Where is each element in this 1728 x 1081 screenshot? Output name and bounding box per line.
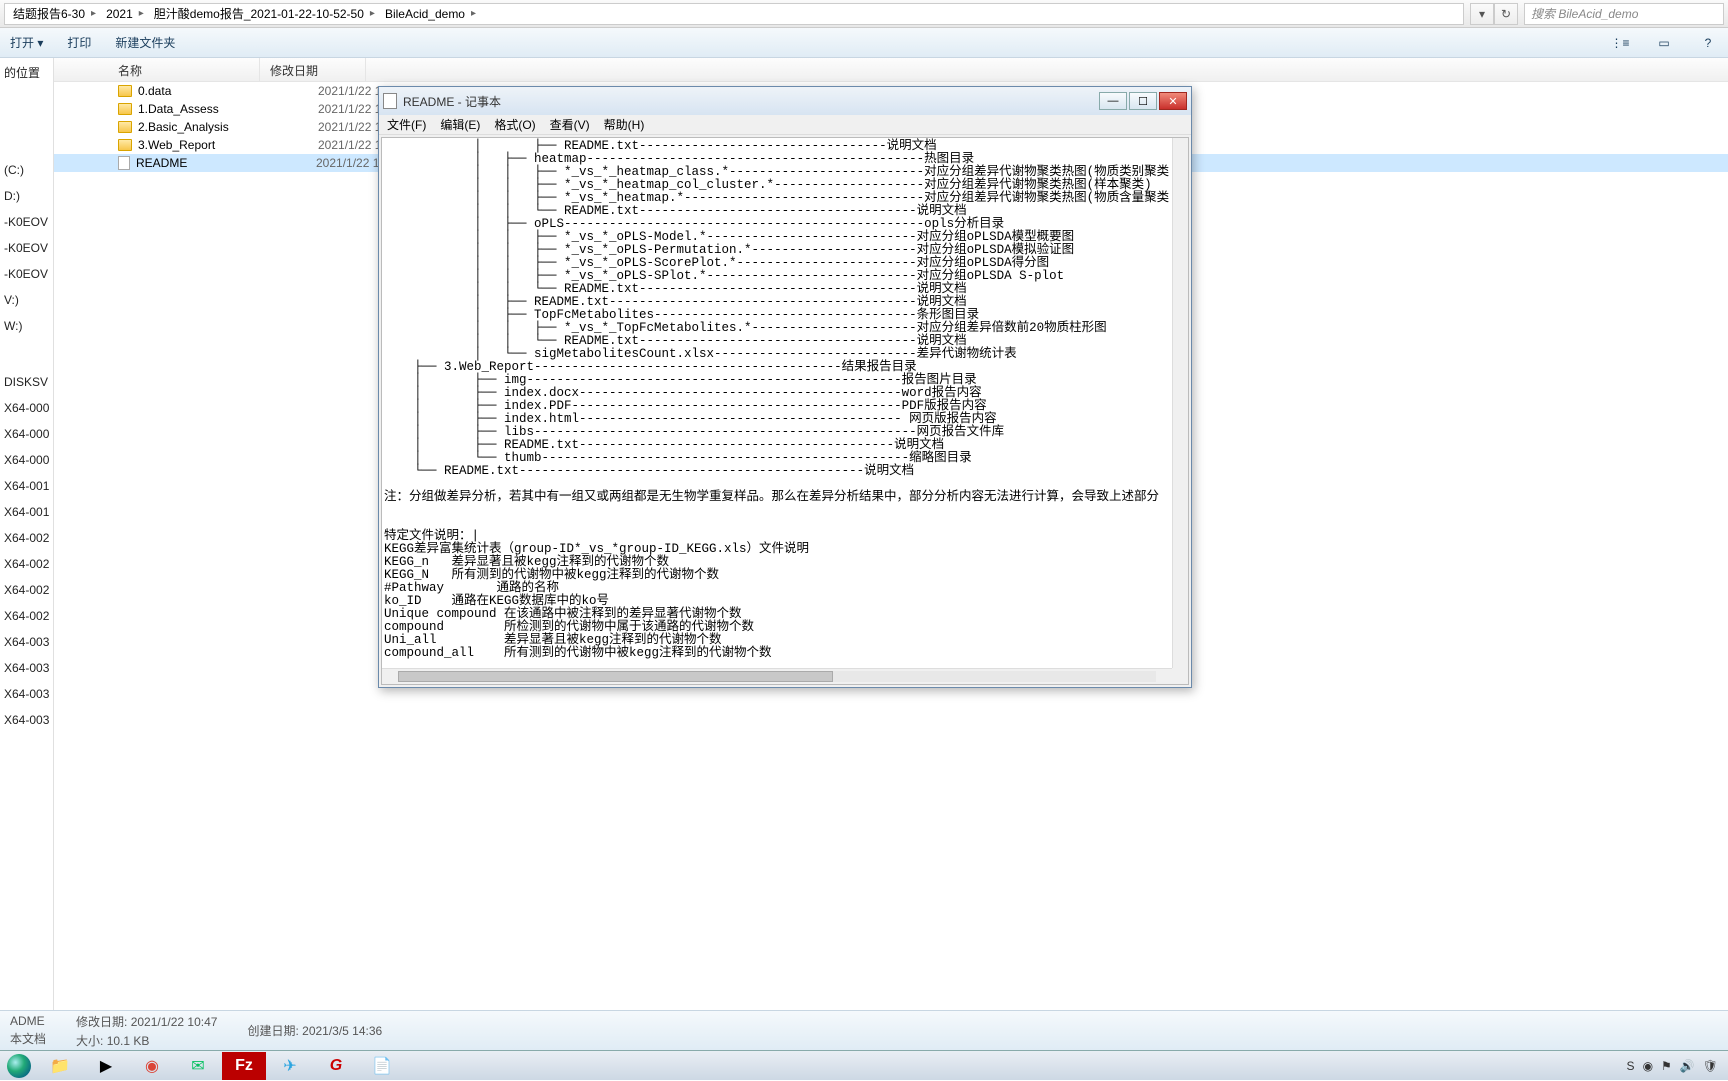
print-button[interactable]: 打印 <box>67 34 91 51</box>
tray-icon[interactable]: S <box>1627 1059 1635 1073</box>
details-pane: ADME 本文档 修改日期: 2021/1/22 10:47 大小: 10.1 … <box>0 1010 1728 1050</box>
menu-help[interactable]: 帮助(H) <box>604 116 645 133</box>
help-icon[interactable]: ? <box>1698 36 1718 50</box>
maximize-button[interactable]: ☐ <box>1129 92 1157 110</box>
scroll-thumb[interactable] <box>398 671 833 682</box>
file-name: README <box>136 156 316 170</box>
preview-pane-icon[interactable]: ▭ <box>1654 36 1674 50</box>
tray-icon[interactable]: 🔊 <box>1680 1059 1695 1073</box>
nav-item[interactable]: X64-003 <box>0 707 53 733</box>
col-date[interactable]: 修改日期 <box>260 58 366 81</box>
column-headers[interactable]: 名称 修改日期 <box>54 58 1728 82</box>
nav-item[interactable]: X64-002 <box>0 577 53 603</box>
nav-item[interactable]: X64-001 <box>0 499 53 525</box>
nav-item[interactable]: X64-000 <box>0 421 53 447</box>
nav-item[interactable]: X64-003 <box>0 629 53 655</box>
breadcrumb[interactable]: 结题报告6-30▸ 2021▸ 胆汁酸demo报告_2021-01-22-10-… <box>4 3 1464 25</box>
created-row: 创建日期: 2021/3/5 14:36 <box>247 1022 382 1039</box>
notepad-menu: 文件(F) 编辑(E) 格式(O) 查看(V) 帮助(H) <box>379 115 1191 135</box>
nav-item[interactable]: DISKSV <box>0 369 53 395</box>
task-foxit[interactable]: G <box>314 1052 358 1080</box>
windows-orb-icon <box>7 1054 31 1078</box>
titlebar[interactable]: README - 记事本 — ☐ ✕ <box>379 87 1191 115</box>
nav-item[interactable]: -K0EOV <box>0 261 53 287</box>
horizontal-scrollbar[interactable] <box>382 668 1172 684</box>
nav-item[interactable]: D:) <box>0 183 53 209</box>
selected-type: 本文档 <box>10 1030 46 1047</box>
folder-icon <box>118 139 132 151</box>
nav-item[interactable]: X64-002 <box>0 525 53 551</box>
nav-item[interactable]: X64-001 <box>0 473 53 499</box>
file-name: 0.data <box>138 84 318 98</box>
scroll-corner <box>1172 668 1188 684</box>
close-button[interactable]: ✕ <box>1159 92 1187 110</box>
address-bar: 结题报告6-30▸ 2021▸ 胆汁酸demo报告_2021-01-22-10-… <box>0 0 1728 28</box>
view-options-icon[interactable]: ⋮≡ <box>1610 36 1630 50</box>
nav-item[interactable]: 的位置 <box>0 58 53 87</box>
task-chrome[interactable]: ◉ <box>130 1052 174 1080</box>
task-explorer[interactable]: 📁 <box>38 1052 82 1080</box>
breadcrumb-segment[interactable]: 胆汁酸demo报告_2021-01-22-10-52-50▸ <box>146 4 377 24</box>
tray-icon[interactable]: ◉ <box>1643 1059 1653 1073</box>
start-button[interactable] <box>0 1051 38 1081</box>
notepad-window: README - 记事本 — ☐ ✕ 文件(F) 编辑(E) 格式(O) 查看(… <box>378 86 1192 688</box>
nav-item[interactable]: X64-003 <box>0 655 53 681</box>
task-notepad[interactable]: 📄 <box>360 1052 404 1080</box>
file-name: 1.Data_Assess <box>138 102 318 116</box>
task-filezilla[interactable]: Fz <box>222 1052 266 1080</box>
breadcrumb-segment[interactable]: BileAcid_demo▸ <box>377 4 478 24</box>
nav-item[interactable]: (C:) <box>0 157 53 183</box>
menu-file[interactable]: 文件(F) <box>387 116 426 133</box>
file-name: 2.Basic_Analysis <box>138 120 318 134</box>
modified-row: 修改日期: 2021/1/22 10:47 <box>76 1013 217 1030</box>
task-wechat[interactable]: ✉ <box>176 1052 220 1080</box>
file-name: 3.Web_Report <box>138 138 318 152</box>
nav-item[interactable]: X64-002 <box>0 603 53 629</box>
explorer-toolbar: 打开 ▾ 打印 新建文件夹 ⋮≡ ▭ ? <box>0 28 1728 58</box>
nav-item[interactable]: X64-002 <box>0 551 53 577</box>
notepad-body[interactable]: │ ├── README.txt------------------------… <box>381 137 1189 685</box>
selected-name: ADME <box>10 1014 46 1028</box>
size-row: 大小: 10.1 KB <box>76 1032 217 1049</box>
notepad-icon <box>383 93 397 109</box>
search-input[interactable]: 搜索 BileAcid_demo <box>1524 3 1724 25</box>
breadcrumb-segment[interactable]: 2021▸ <box>98 4 146 24</box>
folder-icon <box>118 121 132 133</box>
nav-item[interactable]: W:) <box>0 313 53 339</box>
taskbar: 📁 ▶ ◉ ✉ Fz ✈ G 📄 S ◉ ⚑ 🔊 🛡 <box>0 1050 1728 1080</box>
breadcrumb-segment[interactable]: 结题报告6-30▸ <box>5 4 98 24</box>
menu-format[interactable]: 格式(O) <box>494 116 535 133</box>
nav-item[interactable]: V:) <box>0 287 53 313</box>
tray-icon[interactable]: 🛡 <box>1703 1059 1718 1073</box>
task-telegram[interactable]: ✈ <box>268 1052 312 1080</box>
refresh-button[interactable]: ↻ <box>1494 3 1518 25</box>
nav-item[interactable]: X64-003 <box>0 681 53 707</box>
nav-item[interactable]: -K0EOV <box>0 209 53 235</box>
vertical-scrollbar[interactable] <box>1172 138 1188 668</box>
open-button[interactable]: 打开 ▾ <box>10 34 43 51</box>
path-dropdown-button[interactable]: ▾ <box>1470 3 1494 25</box>
minimize-button[interactable]: — <box>1099 92 1127 110</box>
navigation-pane[interactable]: 的位置 (C:) D:) -K0EOV -K0EOV -K0EOV V:) W:… <box>0 58 54 1010</box>
window-title: README - 记事本 <box>403 93 1099 110</box>
file-icon <box>118 156 130 170</box>
folder-icon <box>118 85 132 97</box>
nav-item[interactable]: -K0EOV <box>0 235 53 261</box>
notepad-text[interactable]: │ ├── README.txt------------------------… <box>382 138 1188 662</box>
nav-item[interactable]: X64-000 <box>0 395 53 421</box>
new-folder-button[interactable]: 新建文件夹 <box>115 34 175 51</box>
menu-view[interactable]: 查看(V) <box>550 116 590 133</box>
task-media[interactable]: ▶ <box>84 1052 128 1080</box>
menu-edit[interactable]: 编辑(E) <box>440 116 480 133</box>
folder-icon <box>118 103 132 115</box>
col-name[interactable]: 名称 <box>54 58 260 81</box>
tray-icon[interactable]: ⚑ <box>1661 1059 1672 1073</box>
nav-item[interactable]: X64-000 <box>0 447 53 473</box>
system-tray[interactable]: S ◉ ⚑ 🔊 🛡 <box>1627 1059 1728 1073</box>
